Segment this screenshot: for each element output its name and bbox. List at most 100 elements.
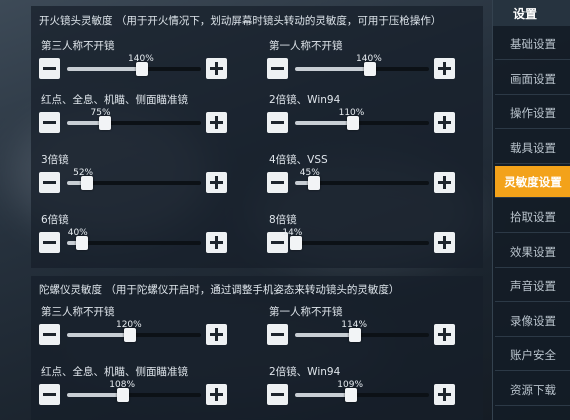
sensitivity-slider[interactable] bbox=[67, 176, 201, 190]
slider-fill bbox=[295, 121, 353, 125]
setting-label: 8倍镜 bbox=[269, 214, 297, 226]
minus-icon bbox=[43, 333, 56, 336]
sidebar-item[interactable]: 操作设置 bbox=[495, 97, 570, 130]
slider-thumb[interactable] bbox=[346, 116, 359, 130]
sidebar-item[interactable]: 拾取设置 bbox=[495, 201, 570, 233]
sidebar-item[interactable]: 载具设置 bbox=[495, 132, 570, 164]
increase-button[interactable] bbox=[206, 384, 227, 405]
sensitivity-slider[interactable] bbox=[295, 176, 429, 190]
minus-icon bbox=[43, 181, 56, 184]
setting-label: 红点、全息、机瞄、侧面瞄准镜 bbox=[41, 94, 188, 106]
slider-thumb[interactable] bbox=[307, 176, 320, 190]
sidebar-item[interactable]: 录像设置 bbox=[495, 305, 570, 337]
increase-button[interactable] bbox=[206, 58, 227, 79]
plus-icon bbox=[443, 236, 446, 249]
slider-value: 52% bbox=[73, 168, 94, 178]
sensitivity-slider[interactable] bbox=[67, 62, 201, 76]
sensitivity-slider[interactable] bbox=[67, 388, 201, 402]
sidebar-item-label: 基础设置 bbox=[510, 37, 556, 51]
slider-thumb[interactable] bbox=[81, 176, 94, 190]
sensitivity-setting: 3倍镜 52% bbox=[39, 152, 259, 202]
decrease-button[interactable] bbox=[39, 384, 60, 405]
decrease-button[interactable] bbox=[267, 58, 288, 79]
increase-button[interactable] bbox=[206, 112, 227, 133]
decrease-button[interactable] bbox=[267, 172, 288, 193]
sidebar-item-label: 录像设置 bbox=[510, 313, 556, 328]
increase-button[interactable] bbox=[434, 232, 455, 253]
decrease-button[interactable] bbox=[267, 324, 288, 345]
sensitivity-slider[interactable] bbox=[295, 328, 429, 342]
setting-label: 3倍镜 bbox=[41, 154, 69, 166]
slider-thumb[interactable] bbox=[290, 236, 303, 250]
slider-thumb[interactable] bbox=[349, 328, 362, 342]
sidebar-item[interactable]: 声音设置 bbox=[495, 270, 570, 303]
slider-value: 140% bbox=[356, 54, 382, 64]
sidebar-item-label: 资源下载 bbox=[510, 383, 556, 397]
sensitivity-slider[interactable] bbox=[295, 62, 429, 76]
sensitivity-setting: 第一人称不开镜 140% bbox=[267, 38, 487, 88]
sensitivity-setting: 第三人称不开镜 120% bbox=[39, 304, 259, 354]
minus-icon bbox=[43, 67, 56, 70]
sidebar-item-label: 效果设置 bbox=[510, 244, 556, 259]
sidebar-item[interactable]: 画面设置 bbox=[495, 63, 570, 95]
sidebar-item[interactable]: 灵敏度设置 bbox=[495, 166, 570, 199]
sensitivity-slider[interactable] bbox=[295, 388, 429, 402]
decrease-button[interactable] bbox=[39, 324, 60, 345]
sidebar-item[interactable]: 资源下载 bbox=[495, 374, 570, 406]
slider-thumb[interactable] bbox=[364, 62, 377, 76]
increase-button[interactable] bbox=[206, 324, 227, 345]
minus-icon bbox=[43, 121, 56, 124]
sensitivity-slider[interactable] bbox=[67, 328, 201, 342]
minus-icon bbox=[271, 181, 284, 184]
sensitivity-slider[interactable] bbox=[67, 236, 201, 250]
setting-label: 4倍镜、VSS bbox=[269, 154, 328, 166]
plus-icon bbox=[443, 116, 446, 129]
decrease-button[interactable] bbox=[39, 172, 60, 193]
increase-button[interactable] bbox=[434, 384, 455, 405]
sensitivity-setting: 4倍镜、VSS 45% bbox=[267, 152, 487, 202]
setting-label: 第三人称不开镜 bbox=[41, 40, 115, 52]
slider-fill bbox=[295, 333, 356, 337]
minus-icon bbox=[43, 393, 56, 396]
increase-button[interactable] bbox=[206, 232, 227, 253]
slider-thumb[interactable] bbox=[98, 116, 111, 130]
slider-value: 75% bbox=[90, 108, 111, 118]
minus-icon bbox=[43, 241, 56, 244]
sensitivity-slider[interactable] bbox=[295, 116, 429, 130]
slider-thumb[interactable] bbox=[75, 236, 88, 250]
plus-icon bbox=[215, 116, 218, 129]
slider-fill bbox=[295, 393, 352, 397]
slider-thumb[interactable] bbox=[123, 328, 136, 342]
plus-icon bbox=[215, 328, 218, 341]
increase-button[interactable] bbox=[434, 58, 455, 79]
setting-label: 2倍镜、Win94 bbox=[269, 94, 341, 106]
setting-label: 红点、全息、机瞄、侧面瞄准镜 bbox=[41, 366, 188, 378]
sidebar-item[interactable]: 效果设置 bbox=[495, 236, 570, 268]
increase-button[interactable] bbox=[206, 172, 227, 193]
sidebar-item-label: 拾取设置 bbox=[510, 210, 556, 224]
plus-icon bbox=[443, 388, 446, 401]
slider-fill bbox=[67, 333, 130, 337]
settings-sidebar: 设置 基础设置 画面设置 操作设置 载具设置 灵敏度设置 拾取设置 效果设置 声音设置 录像设置… bbox=[492, 0, 570, 420]
slider-value: 114% bbox=[341, 320, 368, 330]
sensitivity-setting: 红点、全息、机瞄、侧面瞄准镜 108% bbox=[39, 364, 259, 414]
sidebar-item-label: 账户安全 bbox=[510, 348, 556, 363]
decrease-button[interactable] bbox=[267, 384, 288, 405]
minus-icon bbox=[271, 241, 284, 244]
sidebar-item[interactable]: 基础设置 bbox=[495, 28, 570, 60]
sidebar-item[interactable]: 账户安全 bbox=[495, 339, 570, 372]
sensitivity-slider[interactable] bbox=[290, 236, 429, 250]
increase-button[interactable] bbox=[434, 112, 455, 133]
increase-button[interactable] bbox=[434, 172, 455, 193]
sensitivity-setting: 8倍镜 14% bbox=[267, 212, 487, 262]
slider-thumb[interactable] bbox=[345, 388, 358, 402]
sensitivity-slider[interactable] bbox=[67, 116, 201, 130]
setting-label: 2倍镜、Win94 bbox=[269, 366, 341, 378]
decrease-button[interactable] bbox=[39, 112, 60, 133]
slider-thumb[interactable] bbox=[136, 62, 149, 76]
decrease-button[interactable] bbox=[39, 232, 60, 253]
decrease-button[interactable] bbox=[39, 58, 60, 79]
decrease-button[interactable] bbox=[267, 112, 288, 133]
increase-button[interactable] bbox=[434, 324, 455, 345]
slider-thumb[interactable] bbox=[117, 388, 130, 402]
